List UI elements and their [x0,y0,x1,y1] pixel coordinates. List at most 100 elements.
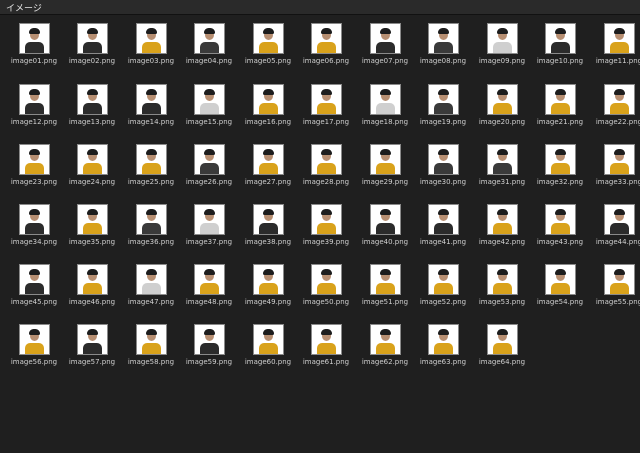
file-item[interactable]: image08.png [414,15,472,70]
file-item[interactable]: image47.png [122,256,180,311]
image-thumbnail[interactable] [193,84,225,115]
image-thumbnail[interactable] [252,23,284,54]
image-thumbnail[interactable] [544,23,576,54]
image-thumbnail[interactable] [252,144,284,175]
file-item[interactable]: image27.png [239,136,297,191]
image-thumbnail[interactable] [544,144,576,175]
file-item[interactable]: image44.png [590,196,640,251]
file-item[interactable]: image16.png [239,76,297,131]
file-item[interactable]: image02.png [63,15,121,70]
file-item[interactable]: image62.png [356,316,414,371]
file-item[interactable]: image28.png [297,136,355,191]
image-thumbnail[interactable] [544,264,576,295]
image-thumbnail[interactable] [135,324,167,355]
image-thumbnail[interactable] [427,84,459,115]
file-item[interactable]: image01.png [5,15,63,70]
file-item[interactable]: image49.png [239,256,297,311]
file-item[interactable]: image07.png [356,15,414,70]
image-thumbnail[interactable] [18,23,50,54]
file-item[interactable]: image46.png [63,256,121,311]
image-thumbnail[interactable] [76,84,108,115]
file-item[interactable]: image05.png [239,15,297,70]
file-item[interactable]: image32.png [531,136,589,191]
file-item[interactable]: image34.png [5,196,63,251]
file-item[interactable]: image22.png [590,76,640,131]
image-thumbnail[interactable] [193,324,225,355]
image-thumbnail[interactable] [310,324,342,355]
image-thumbnail[interactable] [193,144,225,175]
image-thumbnail[interactable] [252,204,284,235]
file-item[interactable]: image57.png [63,316,121,371]
file-item[interactable]: image41.png [414,196,472,251]
file-item[interactable]: image21.png [531,76,589,131]
image-thumbnail[interactable] [252,84,284,115]
file-item[interactable]: image10.png [531,15,589,70]
file-item[interactable]: image06.png [297,15,355,70]
file-item[interactable]: image43.png [531,196,589,251]
file-item[interactable]: image20.png [473,76,531,131]
file-item[interactable]: image14.png [122,76,180,131]
file-item[interactable]: image50.png [297,256,355,311]
image-thumbnail[interactable] [427,144,459,175]
image-thumbnail[interactable] [310,144,342,175]
file-item[interactable]: image24.png [63,136,121,191]
image-thumbnail[interactable] [603,23,635,54]
image-thumbnail[interactable] [427,324,459,355]
image-thumbnail[interactable] [603,264,635,295]
file-item[interactable]: image12.png [5,76,63,131]
file-item[interactable]: image37.png [180,196,238,251]
image-thumbnail[interactable] [486,204,518,235]
image-thumbnail[interactable] [252,264,284,295]
image-thumbnail[interactable] [369,84,401,115]
file-item[interactable]: image39.png [297,196,355,251]
image-thumbnail[interactable] [486,324,518,355]
file-item[interactable]: image04.png [180,15,238,70]
image-thumbnail[interactable] [427,204,459,235]
image-thumbnail[interactable] [252,324,284,355]
file-item[interactable]: image03.png [122,15,180,70]
image-thumbnail[interactable] [310,264,342,295]
image-thumbnail[interactable] [369,204,401,235]
image-thumbnail[interactable] [135,144,167,175]
file-item[interactable]: image42.png [473,196,531,251]
file-item[interactable]: image26.png [180,136,238,191]
image-thumbnail[interactable] [76,264,108,295]
file-item[interactable]: image55.png [590,256,640,311]
file-item[interactable]: image09.png [473,15,531,70]
image-thumbnail[interactable] [369,23,401,54]
image-thumbnail[interactable] [486,144,518,175]
file-item[interactable]: image53.png [473,256,531,311]
file-item[interactable]: image30.png [414,136,472,191]
file-item[interactable]: image38.png [239,196,297,251]
image-thumbnail[interactable] [76,23,108,54]
file-item[interactable]: image17.png [297,76,355,131]
image-thumbnail[interactable] [310,23,342,54]
image-thumbnail[interactable] [544,84,576,115]
file-item[interactable]: image35.png [63,196,121,251]
image-thumbnail[interactable] [135,23,167,54]
file-item[interactable]: image36.png [122,196,180,251]
image-thumbnail[interactable] [18,144,50,175]
image-thumbnail[interactable] [486,84,518,115]
image-thumbnail[interactable] [603,84,635,115]
file-item[interactable]: image29.png [356,136,414,191]
image-thumbnail[interactable] [18,204,50,235]
image-thumbnail[interactable] [193,23,225,54]
file-item[interactable]: image52.png [414,256,472,311]
image-thumbnail[interactable] [486,23,518,54]
file-item[interactable]: image31.png [473,136,531,191]
file-item[interactable]: image51.png [356,256,414,311]
file-item[interactable]: image40.png [356,196,414,251]
image-thumbnail[interactable] [310,84,342,115]
file-item[interactable]: image59.png [180,316,238,371]
file-item[interactable]: image23.png [5,136,63,191]
file-item[interactable]: image18.png [356,76,414,131]
file-item[interactable]: image58.png [122,316,180,371]
image-thumbnail[interactable] [76,324,108,355]
image-thumbnail[interactable] [18,264,50,295]
file-item[interactable]: image48.png [180,256,238,311]
file-item[interactable]: image60.png [239,316,297,371]
image-thumbnail[interactable] [603,204,635,235]
file-item[interactable]: image11.png [590,15,640,70]
file-item[interactable]: image63.png [414,316,472,371]
